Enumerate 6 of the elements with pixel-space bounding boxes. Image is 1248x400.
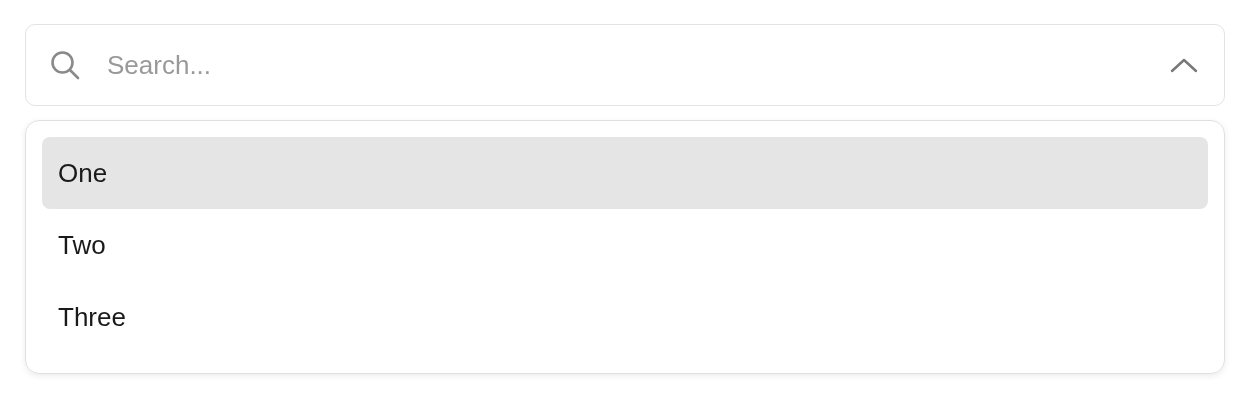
option-item[interactable]: Three	[42, 281, 1208, 353]
option-item[interactable]: Two	[42, 209, 1208, 281]
option-item[interactable]: One	[42, 137, 1208, 209]
search-icon	[49, 49, 81, 81]
search-field[interactable]: Search...	[25, 24, 1225, 106]
chevron-up-icon[interactable]	[1170, 57, 1198, 73]
